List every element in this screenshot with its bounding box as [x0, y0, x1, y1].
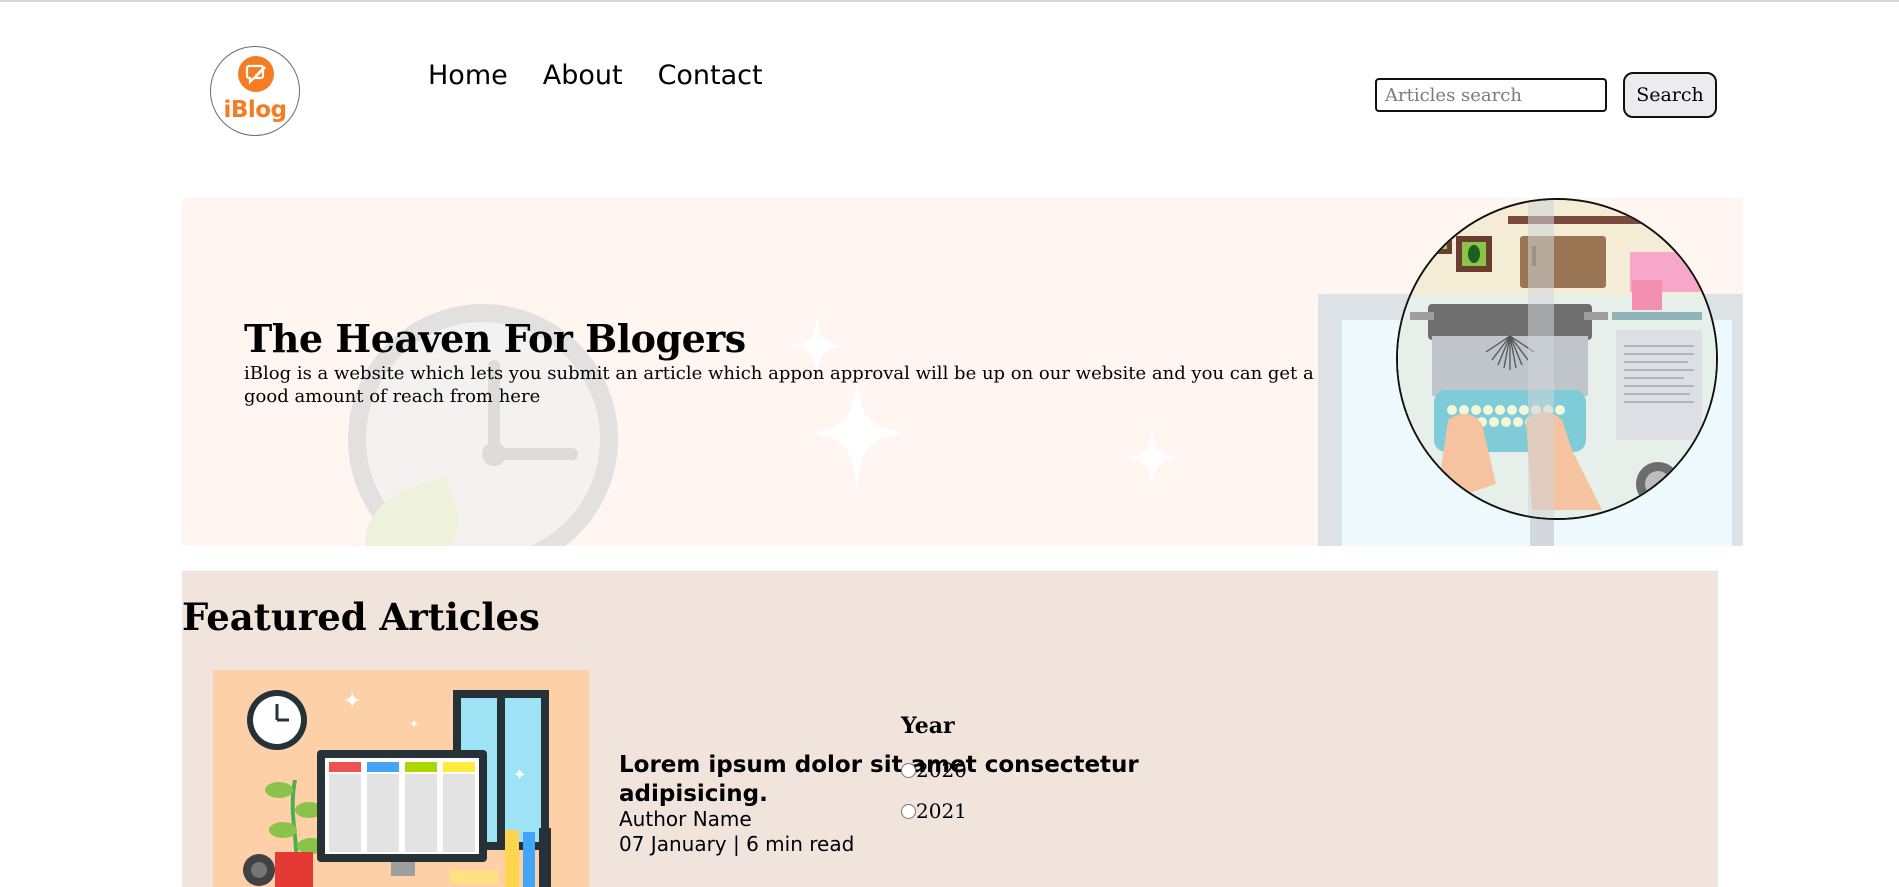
search-button[interactable]: Search [1623, 72, 1717, 118]
nav-contact[interactable]: Contact [658, 60, 763, 91]
sparkle-icon [1127, 428, 1177, 488]
year-radio-2021[interactable] [901, 803, 916, 819]
nav-about[interactable]: About [543, 60, 623, 91]
main-nav: Home About Contact [428, 60, 763, 91]
year-filter-heading: Year [901, 713, 955, 739]
year-option-2021[interactable]: 2021 [901, 799, 967, 823]
svg-text:✦: ✦ [513, 765, 526, 784]
search-input[interactable] [1375, 78, 1607, 112]
year-radio-2020[interactable] [901, 762, 916, 778]
featured-articles-heading: Featured Articles [182, 595, 540, 639]
svg-text:✦: ✦ [343, 689, 361, 714]
chat-edit-icon [238, 56, 274, 92]
featured-articles-section: Featured Articles ✦ ✦ ✦ Lorem ipsum dolo… [182, 571, 1718, 887]
browser-top-border [0, 0, 1899, 2]
typewriter-illustration [1396, 198, 1718, 520]
article-date-readtime: 07 January | 6 min read [619, 832, 855, 856]
site-logo[interactable]: iBlog [210, 46, 300, 136]
hero-description: iBlog is a website which lets you submit… [244, 363, 1314, 407]
article-title[interactable]: Lorem ipsum dolor sit amet consectetur a… [619, 751, 1139, 809]
hero-title: The Heaven For Blogers [244, 316, 746, 361]
nav-home[interactable]: Home [428, 60, 508, 91]
article-author: Author Name [619, 807, 752, 831]
year-option-label: 2020 [916, 758, 967, 782]
logo-text: iBlog [223, 97, 287, 123]
year-option-2020[interactable]: 2020 [901, 758, 967, 782]
year-option-label: 2021 [916, 799, 967, 823]
svg-text:✦: ✦ [409, 717, 419, 731]
workspace-illustration[interactable]: ✦ ✦ ✦ [213, 670, 589, 887]
